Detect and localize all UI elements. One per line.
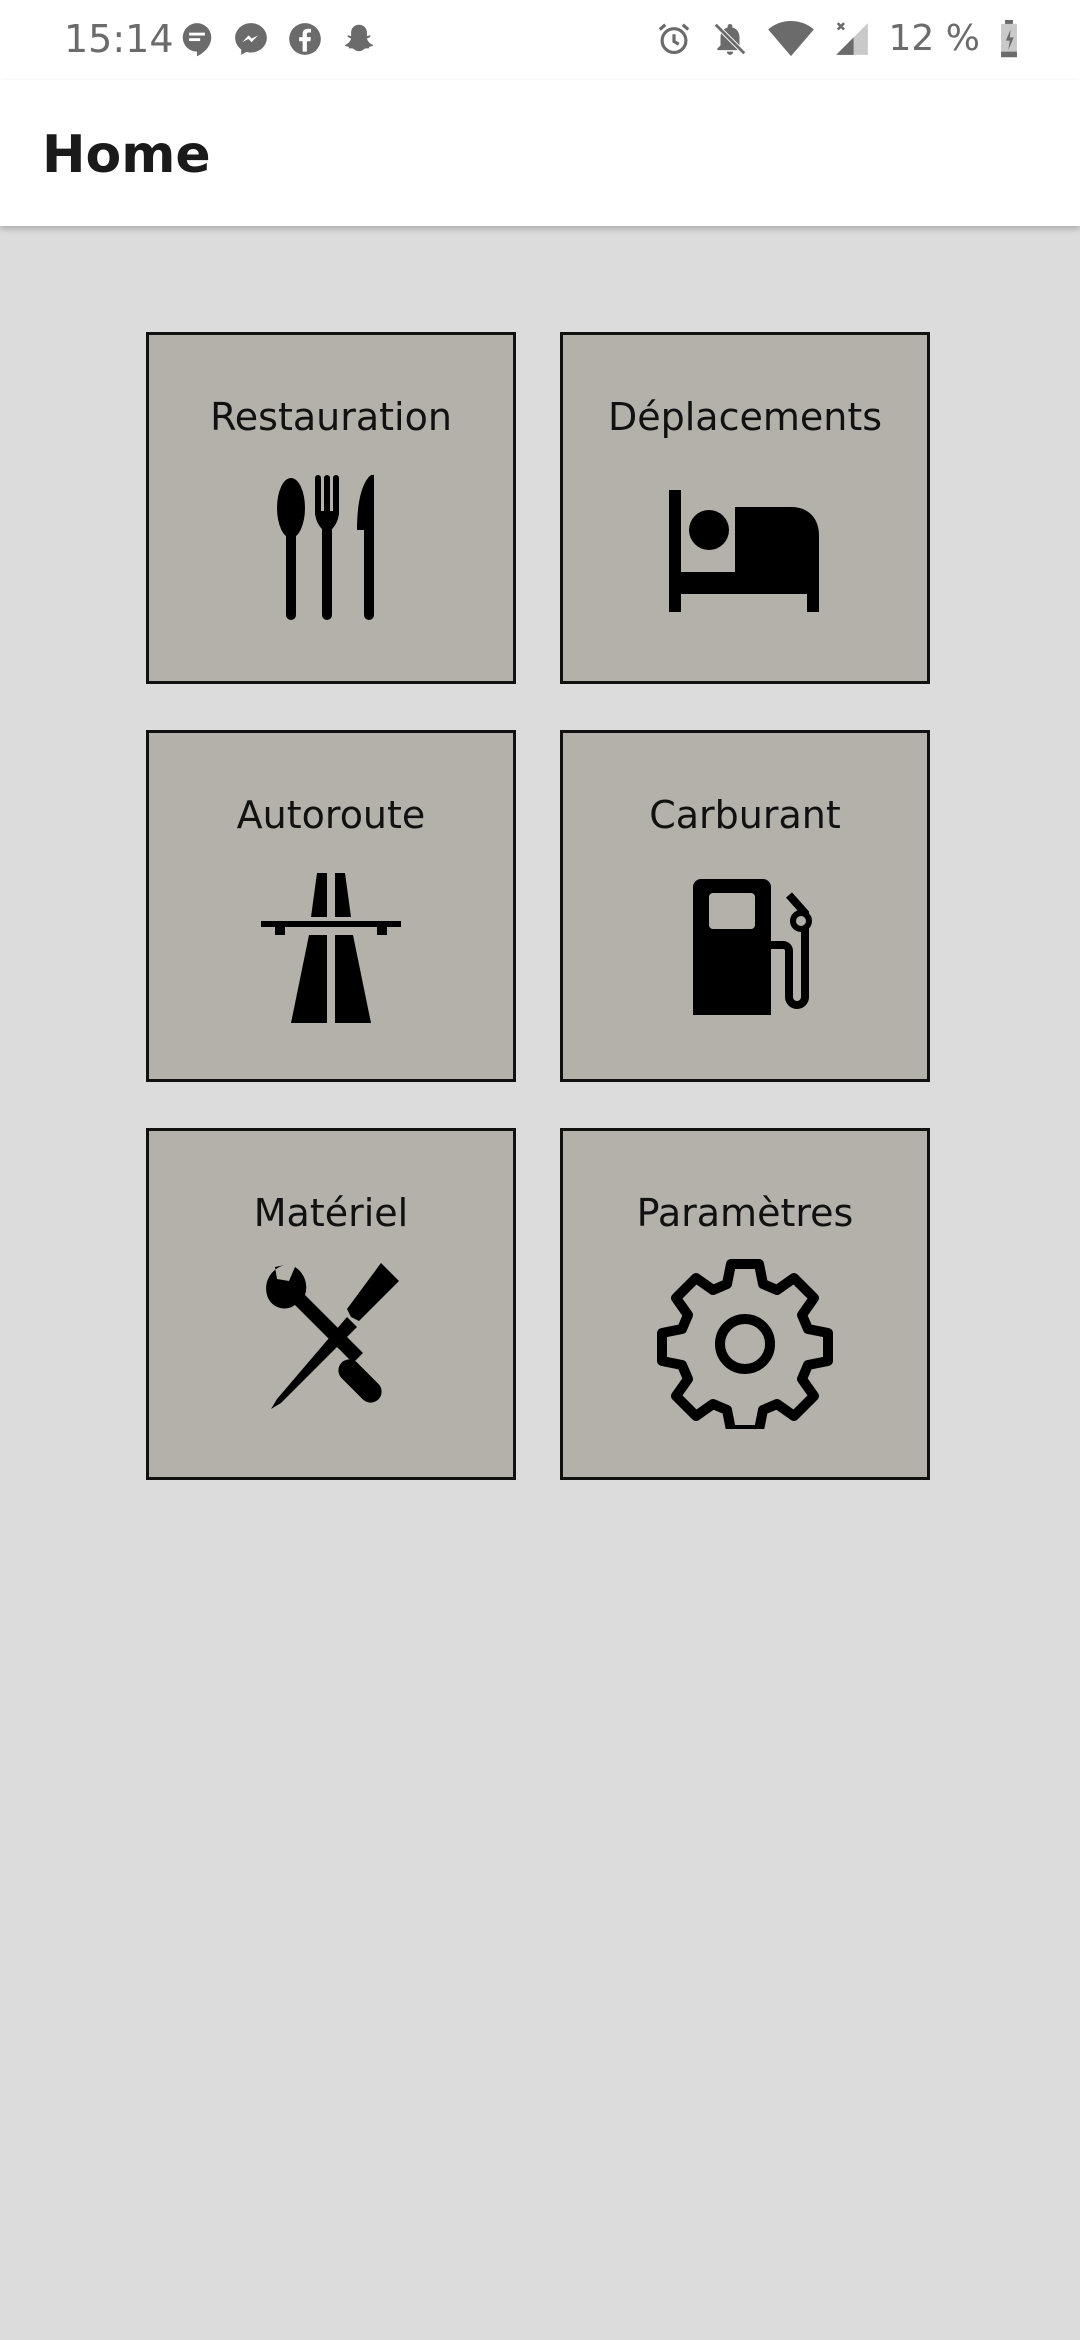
battery-icon (998, 20, 1020, 58)
page-title: Home (42, 125, 211, 185)
notifications-off-icon (711, 20, 749, 58)
hangouts-icon (178, 20, 216, 58)
tools-icon (241, 1261, 421, 1411)
tile-parametres[interactable]: Paramètres (560, 1128, 930, 1480)
tile-label: Carburant (649, 793, 841, 837)
tile-carburant[interactable]: Carburant (560, 730, 930, 1082)
bed-icon (655, 475, 835, 625)
gear-icon (655, 1259, 835, 1429)
tile-autoroute[interactable]: Autoroute (146, 730, 516, 1082)
tile-restauration[interactable]: Restauration (146, 332, 516, 684)
fuel-pump-icon (655, 873, 835, 1023)
tile-materiel[interactable]: Matériel (146, 1128, 516, 1480)
app-bar: Home (0, 80, 1080, 226)
tile-deplacements[interactable]: Déplacements (560, 332, 930, 684)
tile-label: Restauration (210, 395, 452, 439)
tile-label: Paramètres (636, 1191, 854, 1235)
cutlery-icon (241, 475, 421, 625)
tile-label: Déplacements (607, 395, 883, 439)
status-time: 15:14 (64, 17, 174, 61)
alarm-icon (655, 20, 693, 58)
snapchat-icon (340, 20, 378, 58)
status-bar: 15:14 12 % (0, 0, 1080, 80)
cellular-signal-icon (833, 20, 871, 58)
notification-icons (178, 20, 378, 60)
wifi-icon (767, 20, 815, 58)
tile-label: Matériel (253, 1191, 409, 1235)
highway-icon (241, 873, 421, 1023)
battery-percent: 12 % (888, 18, 980, 59)
system-icons: 12 % (655, 14, 1020, 64)
facebook-icon (286, 20, 324, 58)
tile-label: Autoroute (236, 793, 426, 837)
messenger-icon (232, 20, 270, 58)
